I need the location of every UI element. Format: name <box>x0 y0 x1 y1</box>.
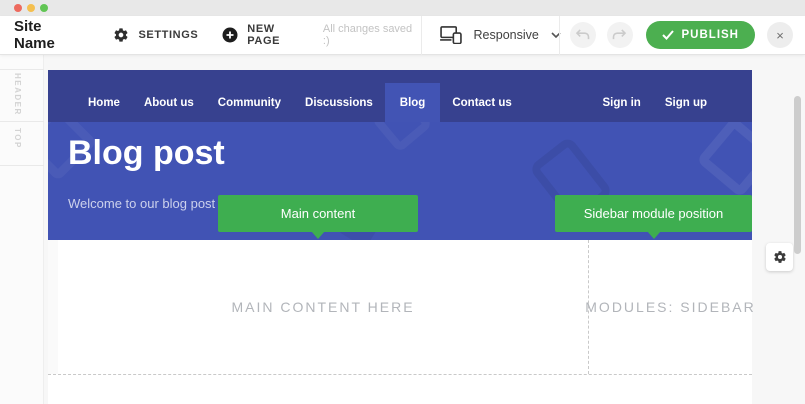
window-minimize-dot[interactable] <box>27 4 35 12</box>
window-close-dot[interactable] <box>14 4 22 12</box>
settings-label: SETTINGS <box>138 29 198 41</box>
content-bottom-dashed-border <box>48 374 752 375</box>
publish-label: PUBLISH <box>682 29 739 41</box>
hero-subtitle: Welcome to our blog post <box>68 196 215 211</box>
undo-arrow-icon <box>575 29 590 41</box>
device-mode-value: Responsive <box>474 28 539 42</box>
nav-item-blog[interactable]: Blog <box>385 83 441 122</box>
toolbar-divider <box>559 16 560 55</box>
undo-button[interactable] <box>570 22 596 48</box>
sidebar-module-position-marker[interactable]: Sidebar module position <box>555 195 752 232</box>
window-titlebar <box>0 0 805 16</box>
section-gutter: HEADER TOP <box>0 55 44 404</box>
hero-section: Blog post Welcome to our blog post Main … <box>48 122 752 240</box>
hero-title: Blog post <box>68 134 225 173</box>
main-content-position-marker[interactable]: Main content <box>218 195 418 232</box>
close-editor-button[interactable]: × <box>767 22 793 48</box>
gear-icon <box>113 27 129 43</box>
main-content-placeholder: MAIN CONTENT HERE <box>231 299 414 315</box>
site-preview: Home About us Community Discussions Blog… <box>48 70 752 404</box>
site-name-label: Site Name <box>14 18 85 52</box>
nav-item-discussions[interactable]: Discussions <box>293 70 385 122</box>
save-status-text: All changes saved :) <box>323 23 421 47</box>
nav-item-contact-us[interactable]: Contact us <box>440 70 523 122</box>
editor-canvas: HEADER TOP Home About us Community Discu… <box>0 55 805 404</box>
page-builder-window: Site Name SETTINGS NEW PAGE All changes … <box>0 0 805 404</box>
nav-item-about-us[interactable]: About us <box>132 70 206 122</box>
settings-button[interactable]: SETTINGS <box>113 27 198 43</box>
nav-item-community[interactable]: Community <box>206 70 293 122</box>
site-navbar: Home About us Community Discussions Blog… <box>48 70 752 122</box>
add-circle-icon <box>222 27 238 43</box>
device-mode-dropdown[interactable]: Responsive <box>422 16 559 55</box>
section-settings-button[interactable] <box>766 243 793 271</box>
check-icon <box>662 30 674 40</box>
gear-icon <box>773 250 787 264</box>
pattern-chip-icon <box>696 122 752 198</box>
close-icon: × <box>776 28 784 43</box>
nav-item-sign-up[interactable]: Sign up <box>653 70 719 122</box>
section-label-header: HEADER <box>13 73 22 116</box>
main-content-dropzone[interactable]: MAIN CONTENT HERE <box>58 240 588 374</box>
window-zoom-dot[interactable] <box>40 4 48 12</box>
nav-item-home[interactable]: Home <box>76 70 132 122</box>
gutter-divider <box>0 121 44 122</box>
gutter-divider <box>0 165 44 166</box>
section-label-top: TOP <box>13 128 22 149</box>
navbar-links: Home About us Community Discussions Blog… <box>76 70 524 122</box>
pattern-square-icon <box>371 122 433 153</box>
gutter-divider <box>0 69 44 70</box>
canvas-scrollbar-thumb[interactable] <box>794 96 801 254</box>
sidebar-modules-placeholder: MODULES: SIDEBAR <box>585 299 755 315</box>
new-page-label: NEW PAGE <box>247 23 310 47</box>
editor-toolbar: Site Name SETTINGS NEW PAGE All changes … <box>0 16 805 55</box>
redo-button[interactable] <box>607 22 633 48</box>
redo-arrow-icon <box>612 29 627 41</box>
new-page-button[interactable]: NEW PAGE <box>222 23 310 47</box>
nav-item-sign-in[interactable]: Sign in <box>590 70 652 122</box>
publish-button[interactable]: PUBLISH <box>646 21 755 49</box>
responsive-devices-icon <box>440 26 462 44</box>
navbar-auth-links: Sign in Sign up <box>590 70 752 122</box>
content-left-margin <box>48 240 58 374</box>
sidebar-modules-dropzone[interactable]: MODULES: SIDEBAR <box>588 240 752 374</box>
page-content-area: MAIN CONTENT HERE MODULES: SIDEBAR <box>48 240 752 404</box>
